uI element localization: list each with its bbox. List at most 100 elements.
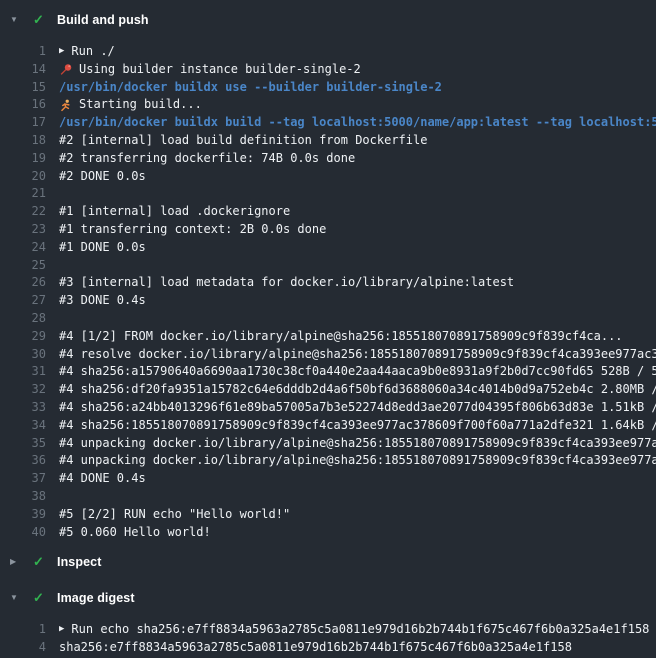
line-number[interactable]: 21 (12, 185, 46, 203)
chevron-icon[interactable]: ▶ (10, 551, 33, 573)
line-number[interactable]: 31 (12, 363, 46, 381)
line-number[interactable]: 30 (12, 346, 46, 364)
line-number[interactable]: 28 (12, 310, 46, 328)
log-line: 21 (0, 185, 656, 203)
line-text-content: #2 transferring dockerfile: 74B 0.0s don… (59, 150, 355, 168)
log-line: 34 #4 sha256:185518070891758909c9f839cf4… (0, 417, 656, 435)
line-text: #1 [internal] load .dockerignore (59, 203, 290, 221)
line-number[interactable]: 34 (12, 417, 46, 435)
log-line: 16 Starting build... (0, 96, 656, 114)
section-body: 1 ▶ Run echo sha256:e7ff8834a5963a2785c5a… (0, 621, 656, 657)
line-text-content: #5 0.060 Hello world! (59, 524, 211, 542)
line-text-content: Using builder instance builder-single-2 (79, 61, 361, 79)
run-toggle-icon[interactable]: ▶ (59, 621, 64, 639)
line-number[interactable]: 38 (12, 488, 46, 506)
line-text-content: #4 sha256:a24bb4013296f61e89ba57005a7b3e… (59, 399, 656, 417)
log-line: 26 #3 [internal] load metadata for docke… (0, 274, 656, 292)
line-number[interactable]: 4 (12, 639, 46, 657)
line-number[interactable]: 32 (12, 381, 46, 399)
line-number[interactable]: 17 (12, 114, 46, 132)
chevron-icon[interactable]: ▼ (10, 587, 33, 609)
log-line: 22 #1 [internal] load .dockerignore (0, 203, 656, 221)
line-text: #4 sha256:185518070891758909c9f839cf4ca3… (59, 417, 656, 435)
line-text-content: Run ./ (71, 43, 114, 61)
line-text: Starting build... (59, 96, 202, 114)
log-line: 28 (0, 310, 656, 328)
line-number[interactable]: 29 (12, 328, 46, 346)
line-text-content: #1 transferring context: 2B 0.0s done (59, 221, 326, 239)
line-number[interactable]: 14 (12, 61, 46, 79)
line-text: #4 sha256:a24bb4013296f61e89ba57005a7b3e… (59, 399, 656, 417)
log-line: 1 ▶ Run echo sha256:e7ff8834a5963a2785c5a… (0, 621, 656, 639)
line-number[interactable]: 20 (12, 168, 46, 186)
log-line: 37 #4 DONE 0.4s (0, 470, 656, 488)
check-success-icon: ✓ (33, 551, 57, 573)
log-line: 25 (0, 257, 656, 275)
line-text: #4 resolve docker.io/library/alpine@sha2… (59, 346, 656, 364)
line-text: /usr/bin/docker buildx use --builder bui… (59, 79, 442, 97)
line-text-content: Run echo sha256:e7ff8834a5963a2785c5a081… (71, 621, 649, 639)
log-line: 24 #1 DONE 0.0s (0, 239, 656, 257)
line-text: #2 transferring dockerfile: 74B 0.0s don… (59, 150, 355, 168)
line-number[interactable]: 23 (12, 221, 46, 239)
section-header[interactable]: ▶ ✓ Inspect (0, 551, 656, 573)
section-title: Image digest (57, 591, 135, 605)
line-number[interactable]: 19 (12, 150, 46, 168)
section-header[interactable]: ▼ ✓ Image digest (0, 587, 656, 609)
pushpin-emoji-icon (59, 63, 73, 76)
line-number[interactable]: 26 (12, 274, 46, 292)
line-number[interactable]: 25 (12, 257, 46, 275)
section-title: Build and push (57, 13, 149, 27)
line-number[interactable]: 15 (12, 79, 46, 97)
line-text-content: #3 [internal] load metadata for docker.i… (59, 274, 514, 292)
line-text-content: #4 resolve docker.io/library/alpine@sha2… (59, 346, 656, 364)
check-success-icon: ✓ (33, 587, 57, 609)
line-text-content: #1 [internal] load .dockerignore (59, 203, 290, 221)
workflow-log: ▼ ✓ Build and push 1 ▶Run ./ 14 Using bu… (0, 0, 656, 657)
line-number[interactable]: 35 (12, 435, 46, 453)
line-text-content: #4 unpacking docker.io/library/alpine@sh… (59, 452, 656, 470)
line-number[interactable]: 16 (12, 96, 46, 114)
line-text: Using builder instance builder-single-2 (59, 61, 361, 79)
line-text: #4 unpacking docker.io/library/alpine@sh… (59, 435, 656, 453)
line-text: /usr/bin/docker buildx build --tag local… (59, 114, 656, 132)
line-number[interactable]: 39 (12, 506, 46, 524)
line-text-content: /usr/bin/docker buildx use --builder bui… (59, 79, 442, 97)
line-text: #1 DONE 0.0s (59, 239, 146, 257)
line-text-content: /usr/bin/docker buildx build --tag local… (59, 114, 656, 132)
log-line: 40 #5 0.060 Hello world! (0, 524, 656, 542)
line-text-content: #2 DONE 0.0s (59, 168, 146, 186)
log-line: 27 #3 DONE 0.4s (0, 292, 656, 310)
line-number[interactable]: 40 (12, 524, 46, 542)
run-toggle-icon[interactable]: ▶ (59, 43, 64, 61)
log-section-image-digest: ▼ ✓ Image digest 1 ▶ Run echo sha256:e7ff… (0, 587, 656, 657)
runner-emoji-icon (59, 99, 73, 112)
line-text: #4 sha256:a15790640a6690aa1730c38cf0a440… (59, 363, 656, 381)
line-number[interactable]: 27 (12, 292, 46, 310)
line-number[interactable]: 22 (12, 203, 46, 221)
chevron-icon[interactable]: ▼ (10, 9, 33, 31)
log-line: 14 Using builder instance builder-single… (0, 61, 656, 79)
section-header[interactable]: ▼ ✓ Build and push (0, 9, 656, 31)
line-number[interactable]: 36 (12, 452, 46, 470)
line-number[interactable]: 33 (12, 399, 46, 417)
line-number[interactable]: 18 (12, 132, 46, 150)
line-text: #4 [1/2] FROM docker.io/library/alpine@s… (59, 328, 623, 346)
line-text: ▶ Run echo sha256:e7ff8834a5963a2785c5a08… (59, 621, 649, 639)
log-line: 1 ▶ Run ./ (0, 43, 656, 61)
line-text: sha256:e7ff8834a5963a2785c5a0811e979d16b… (59, 639, 572, 657)
line-number[interactable]: 1 (12, 43, 46, 61)
line-text-content: #5 [2/2] RUN echo "Hello world!" (59, 506, 290, 524)
check-success-icon: ✓ (33, 9, 57, 31)
log-line: 15 /usr/bin/docker buildx use --builder … (0, 79, 656, 97)
line-text: #3 DONE 0.4s (59, 292, 146, 310)
log-line: 4 sha256:e7ff8834a5963a2785c5a0811e979d1… (0, 639, 656, 657)
line-text: #3 [internal] load metadata for docker.i… (59, 274, 514, 292)
line-number[interactable]: 37 (12, 470, 46, 488)
log-line: 29 #4 [1/2] FROM docker.io/library/alpin… (0, 328, 656, 346)
line-number[interactable]: 1 (12, 621, 46, 639)
log-line: 38 (0, 488, 656, 506)
log-line: 17 /usr/bin/docker buildx build --tag lo… (0, 114, 656, 132)
log-line: 20 #2 DONE 0.0s (0, 168, 656, 186)
line-number[interactable]: 24 (12, 239, 46, 257)
